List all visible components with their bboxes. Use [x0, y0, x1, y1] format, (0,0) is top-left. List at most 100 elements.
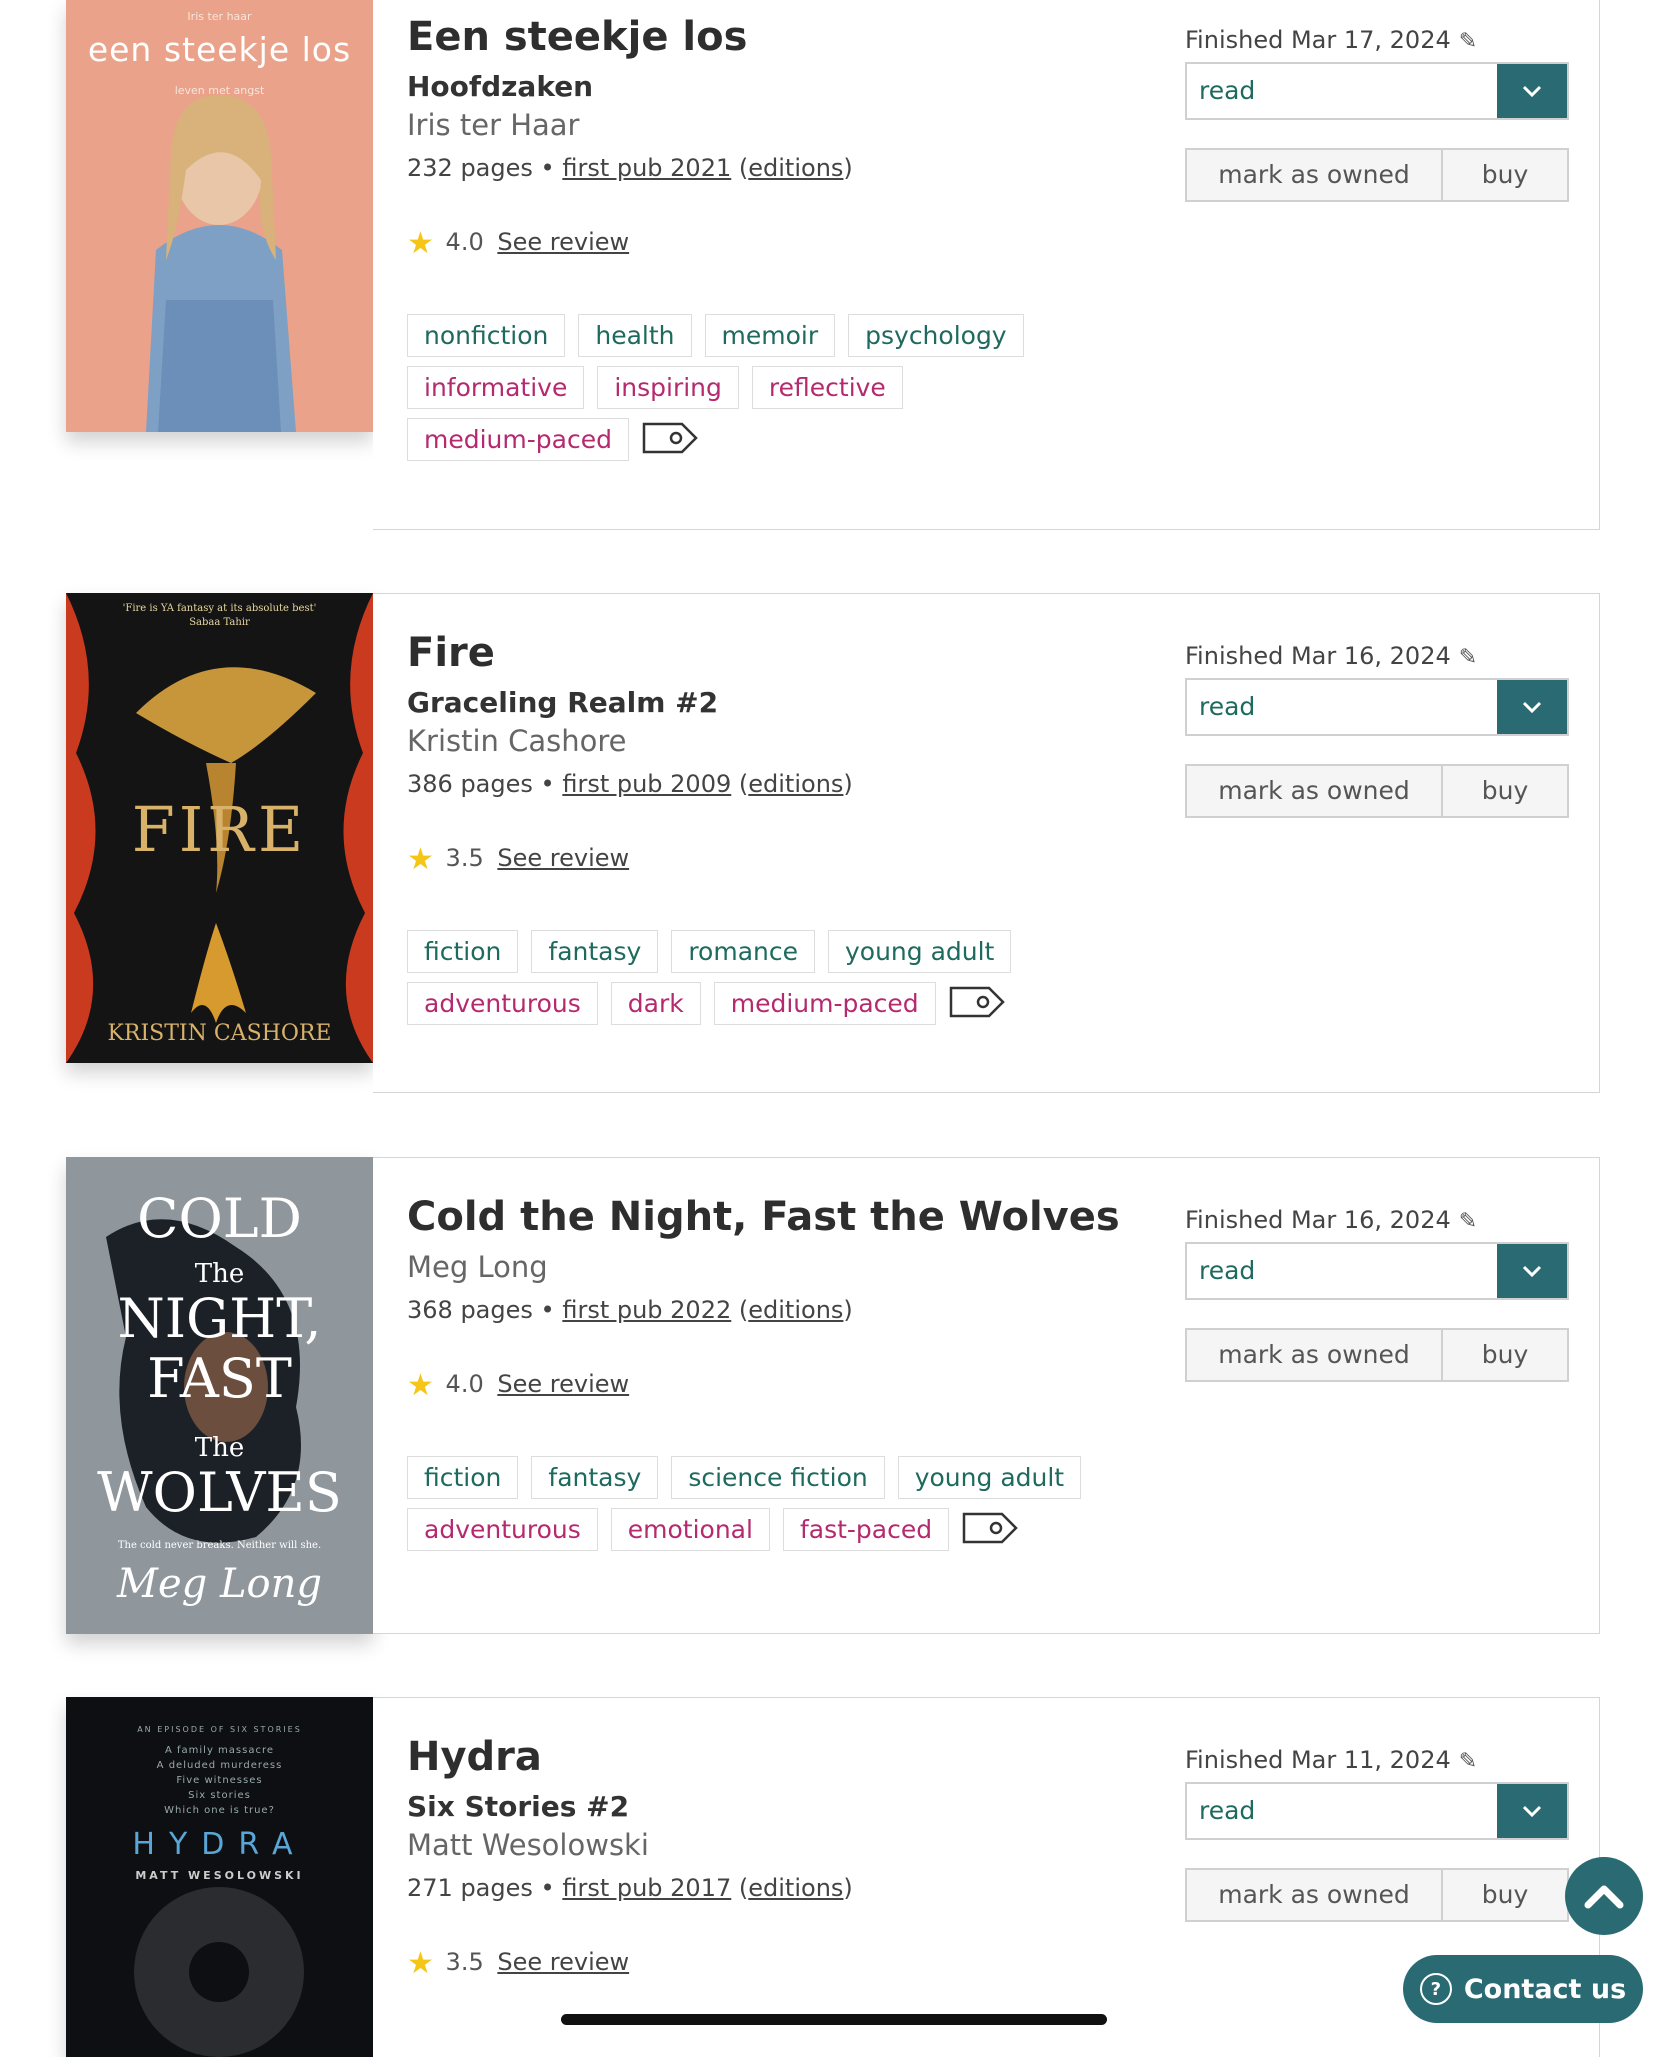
- book-author[interactable]: Kristin Cashore: [407, 724, 627, 758]
- genre-tag[interactable]: psychology: [848, 314, 1024, 357]
- genre-tags: fiction fantasy science fiction young ad…: [407, 1456, 1082, 1499]
- book-author[interactable]: Iris ter Haar: [407, 108, 580, 142]
- book-author[interactable]: Matt Wesolowski: [407, 1828, 649, 1862]
- genre-tag[interactable]: romance: [671, 930, 815, 973]
- star-icon: ★: [407, 226, 434, 261]
- shelf-select[interactable]: read: [1185, 678, 1569, 736]
- shelf-select[interactable]: read: [1185, 1242, 1569, 1300]
- finished-date[interactable]: Finished Mar 11, 2024 ✎: [1185, 1746, 1575, 1774]
- book-series[interactable]: Hoofdzaken: [407, 70, 593, 103]
- mood-tag[interactable]: fast-paced: [782, 1508, 950, 1551]
- book-card: Fire Graceling Realm #2 Kristin Cashore …: [373, 593, 1600, 1093]
- shelf-select[interactable]: read: [1185, 1782, 1569, 1840]
- book-cover[interactable]: AN EPISODE OF SIX STORIES A family massa…: [66, 1697, 373, 2057]
- page-count: 386 pages: [407, 770, 533, 798]
- owned-buy-buttons: mark as owned buy: [1185, 764, 1569, 818]
- shelf-panel: Finished Mar 16, 2024 ✎ read mark as owne…: [1185, 642, 1575, 818]
- genre-tag[interactable]: nonfiction: [407, 314, 566, 357]
- genre-tag[interactable]: young adult: [897, 1456, 1082, 1499]
- finished-date[interactable]: Finished Mar 16, 2024 ✎: [1185, 642, 1575, 670]
- chevron-down-icon[interactable]: [1497, 680, 1567, 734]
- book-cover[interactable]: 'Fire is YA fantasy at its absolute best…: [66, 593, 373, 1063]
- book-entry: Iris ter haar een steekje los leven met …: [0, 0, 1668, 530]
- book-entry: 'Fire is YA fantasy at its absolute best…: [0, 593, 1668, 1093]
- genre-tag[interactable]: fantasy: [531, 1456, 659, 1499]
- book-cover[interactable]: Iris ter haar een steekje los leven met …: [66, 0, 373, 432]
- mood-tag[interactable]: emotional: [610, 1508, 770, 1551]
- rating: ★ 4.0 See review: [407, 226, 629, 261]
- genre-tag[interactable]: health: [578, 314, 692, 357]
- cover-title: FIRE: [131, 793, 308, 866]
- pencil-icon[interactable]: ✎: [1459, 1209, 1477, 1234]
- editions-link[interactable]: editions: [748, 1874, 843, 1902]
- cover-line: Five witnesses: [176, 1775, 263, 1786]
- see-review-link[interactable]: See review: [497, 1370, 629, 1398]
- cover-line: Which one is true?: [164, 1805, 275, 1816]
- mark-as-owned-button[interactable]: mark as owned: [1187, 150, 1443, 200]
- contact-us-button[interactable]: ? Contact us: [1403, 1955, 1643, 2023]
- help-icon: ?: [1419, 1973, 1452, 2005]
- mark-as-owned-button[interactable]: mark as owned: [1187, 1330, 1443, 1380]
- buy-button[interactable]: buy: [1443, 1870, 1567, 1920]
- mood-tag[interactable]: medium-paced: [407, 418, 629, 461]
- genre-tag[interactable]: young adult: [827, 930, 1012, 973]
- genre-tag[interactable]: fiction: [407, 1456, 519, 1499]
- rating: ★ 4.0 See review: [407, 1368, 629, 1403]
- genre-tag[interactable]: science fiction: [671, 1456, 885, 1499]
- editions-link[interactable]: editions: [748, 770, 843, 798]
- mark-as-owned-button[interactable]: mark as owned: [1187, 766, 1443, 816]
- mood-tag[interactable]: inspiring: [597, 366, 739, 409]
- mood-tag[interactable]: informative: [407, 366, 585, 409]
- cover-quote-author: Sabaa Tahir: [189, 617, 250, 628]
- see-review-link[interactable]: See review: [497, 1948, 629, 1976]
- tag-icon[interactable]: [949, 982, 1007, 1022]
- cover-author: Meg Long: [117, 1561, 322, 1607]
- mood-tag[interactable]: medium-paced: [713, 982, 936, 1025]
- first-pub-link[interactable]: first pub 2022: [562, 1296, 731, 1324]
- tag-icon[interactable]: [642, 418, 700, 458]
- mood-tag[interactable]: adventurous: [407, 982, 598, 1025]
- book-author[interactable]: Meg Long: [407, 1250, 548, 1284]
- book-series[interactable]: Graceling Realm #2: [407, 686, 718, 719]
- mood-tags: adventurous dark medium-paced: [407, 982, 1007, 1025]
- cover-line: WOLVES: [97, 1461, 342, 1524]
- tag-icon[interactable]: [962, 1508, 1020, 1548]
- finished-date[interactable]: Finished Mar 17, 2024 ✎: [1185, 26, 1575, 54]
- buy-button[interactable]: buy: [1443, 766, 1567, 816]
- editions-link[interactable]: editions: [748, 154, 843, 182]
- shelf-select[interactable]: read: [1185, 62, 1569, 120]
- shelf-panel: Finished Mar 17, 2024 ✎ read mark as owne…: [1185, 26, 1575, 202]
- first-pub-link[interactable]: first pub 2017: [562, 1874, 731, 1902]
- book-title[interactable]: Hydra: [407, 1734, 542, 1780]
- see-review-link[interactable]: See review: [497, 228, 629, 256]
- shelf-value: read: [1199, 692, 1256, 721]
- see-review-link[interactable]: See review: [497, 844, 629, 872]
- home-indicator: [561, 2014, 1107, 2025]
- mark-as-owned-button[interactable]: mark as owned: [1187, 1870, 1443, 1920]
- book-title[interactable]: Cold the Night, Fast the Wolves: [407, 1194, 1120, 1240]
- chevron-down-icon[interactable]: [1497, 64, 1567, 118]
- book-title[interactable]: Een steekje los: [407, 14, 747, 60]
- buy-button[interactable]: buy: [1443, 1330, 1567, 1380]
- genre-tag[interactable]: fiction: [407, 930, 519, 973]
- finished-date[interactable]: Finished Mar 16, 2024 ✎: [1185, 1206, 1575, 1234]
- buy-button[interactable]: buy: [1443, 150, 1567, 200]
- first-pub-link[interactable]: first pub 2009: [562, 770, 731, 798]
- genre-tag[interactable]: memoir: [704, 314, 836, 357]
- mood-tag[interactable]: dark: [610, 982, 701, 1025]
- cover-line: A deluded murderess: [156, 1760, 283, 1771]
- book-cover[interactable]: COLD The NIGHT, FAST The WOLVES The cold…: [66, 1157, 373, 1634]
- editions-link[interactable]: editions: [748, 1296, 843, 1324]
- first-pub-link[interactable]: first pub 2021: [562, 154, 731, 182]
- mood-tag[interactable]: adventurous: [407, 1508, 598, 1551]
- pencil-icon[interactable]: ✎: [1459, 1749, 1477, 1774]
- scroll-to-top-button[interactable]: [1565, 1857, 1643, 1935]
- genre-tag[interactable]: fantasy: [531, 930, 659, 973]
- pencil-icon[interactable]: ✎: [1459, 29, 1477, 54]
- pencil-icon[interactable]: ✎: [1459, 645, 1477, 670]
- chevron-down-icon[interactable]: [1497, 1244, 1567, 1298]
- chevron-down-icon[interactable]: [1497, 1784, 1567, 1838]
- book-title[interactable]: Fire: [407, 630, 495, 676]
- mood-tag[interactable]: reflective: [751, 366, 903, 409]
- book-series[interactable]: Six Stories #2: [407, 1790, 629, 1823]
